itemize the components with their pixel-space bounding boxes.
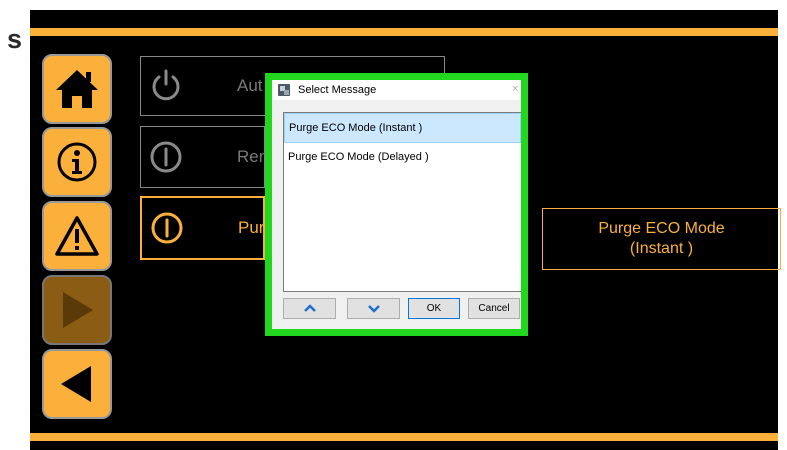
menu-row-selected[interactable]: Purg: [140, 196, 274, 260]
highlight-frame: [265, 73, 528, 336]
play-icon: [63, 292, 93, 328]
bottom-accent-bar: [30, 433, 778, 441]
info-icon: [57, 142, 97, 182]
row-label: Aut: [237, 76, 263, 95]
selected-message-detail: Purge ECO Mode (Instant ): [542, 208, 781, 270]
back-arrow-icon: [61, 366, 91, 402]
top-accent-bar: [30, 28, 778, 36]
play-button[interactable]: [42, 275, 112, 345]
detail-line-1: Purge ECO Mode: [598, 220, 725, 237]
standby-icon: [151, 212, 183, 244]
detail-line-2: (Instant ): [629, 240, 694, 257]
menu-row[interactable]: Ren: [140, 126, 269, 188]
home-button[interactable]: [42, 54, 112, 124]
page-edge-text: s: [6, 24, 22, 54]
row-label: Ren: [237, 147, 269, 166]
back-button[interactable]: [42, 349, 112, 419]
standby-icon: [150, 141, 182, 173]
home-icon: [56, 70, 98, 108]
power-icon: [152, 69, 180, 101]
warning-button[interactable]: [42, 201, 112, 271]
warning-icon: [55, 216, 99, 256]
info-button[interactable]: [42, 127, 112, 197]
